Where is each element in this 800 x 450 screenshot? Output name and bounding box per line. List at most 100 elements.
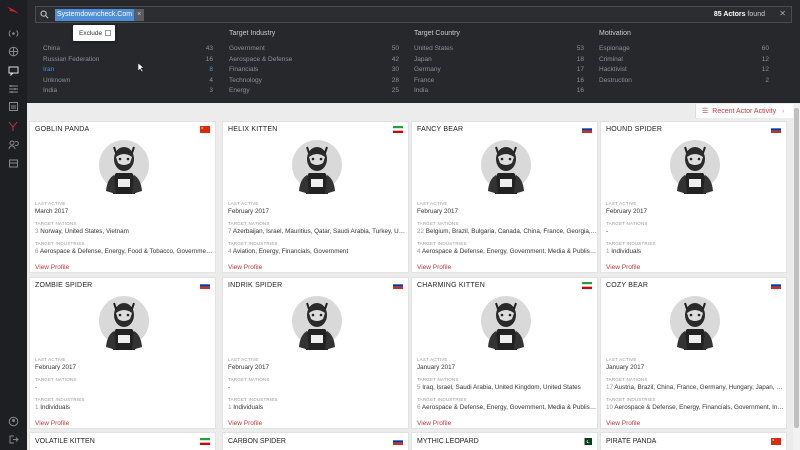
actor-card[interactable]: CHARMING KITTEN LAST ACTIVE January 2017 TA… bbox=[411, 277, 598, 429]
recent-actor-activity-button[interactable]: ☰ Recent Actor Activity › bbox=[695, 104, 793, 118]
crowdstrike-logo-icon[interactable] bbox=[6, 119, 21, 134]
target-nations-value: - bbox=[228, 384, 231, 391]
actor-card[interactable]: ZOMBIE SPIDER LAST ACTIVE February 2017 TAR… bbox=[29, 277, 216, 429]
actor-card[interactable]: PIRATE PANDA bbox=[600, 432, 787, 450]
filter-option[interactable]: Technology 28 bbox=[229, 76, 399, 87]
actor-portrait-image bbox=[98, 295, 150, 355]
filter-option-count: 60 bbox=[761, 45, 769, 52]
target-industries-value: 4 Aviation, Energy, Financials, Governme… bbox=[228, 248, 349, 255]
actor-card[interactable]: MYTHIC LEOPARD bbox=[411, 432, 598, 450]
last-active-value: February 2017 bbox=[228, 364, 269, 371]
chip-remove-icon[interactable]: × bbox=[134, 9, 145, 21]
view-profile-link[interactable]: View Profile bbox=[417, 420, 451, 427]
filter-column-target-industry: Target Industry Government 50 Aerospace & … bbox=[229, 30, 399, 97]
filter-option[interactable]: Aerospace & Defense 42 bbox=[229, 55, 399, 66]
actor-name[interactable]: VOLATILE KITTEN bbox=[35, 438, 95, 445]
actor-name[interactable]: INDRIK SPIDER bbox=[228, 282, 282, 289]
filter-option[interactable]: Espionage 60 bbox=[599, 44, 769, 55]
filter-option-count: 16 bbox=[576, 87, 584, 94]
filter-option[interactable]: Russian Federation 16 bbox=[43, 55, 213, 66]
actor-card[interactable]: INDRIK SPIDER LAST ACTIVE February 2017 TAR… bbox=[222, 277, 409, 429]
filter-option-count: 17 bbox=[576, 66, 584, 73]
globe-icon[interactable] bbox=[6, 44, 21, 59]
actor-name[interactable]: FANCY BEAR bbox=[417, 126, 463, 133]
actor-portrait-image bbox=[669, 139, 721, 199]
actor-name[interactable]: HOUND SPIDER bbox=[606, 126, 662, 133]
filter-option[interactable]: Criminal 12 bbox=[599, 55, 769, 66]
report-icon[interactable] bbox=[6, 99, 21, 114]
country-flag-icon bbox=[393, 438, 403, 445]
actor-card[interactable]: HELIX KITTEN LAST ACTIVE February 2017 TARG… bbox=[222, 121, 409, 273]
filter-option[interactable]: Financials 30 bbox=[229, 65, 399, 76]
scrollbar[interactable] bbox=[793, 104, 800, 450]
target-nations-value: 22 Belgium, Brazil, Bulgaria, Canada, Ch… bbox=[417, 228, 597, 235]
scrollbar-thumb[interactable] bbox=[794, 108, 799, 428]
target-nations-value: 5 Iraq, Israel, Saudi Arabia, United Kin… bbox=[417, 384, 581, 391]
search-input[interactable]: Systemdowncheck.Com × 85 Actors found ✕ bbox=[35, 6, 792, 23]
filter-option[interactable]: India 3 bbox=[43, 86, 213, 97]
filter-option-label: India bbox=[414, 87, 429, 94]
broadcast-icon[interactable] bbox=[6, 26, 21, 41]
actor-name[interactable]: CHARMING KITTEN bbox=[417, 282, 485, 289]
view-profile-link[interactable]: View Profile bbox=[35, 420, 69, 427]
filter-option-label: Japan bbox=[414, 55, 432, 63]
filter-option[interactable]: Government 50 bbox=[229, 44, 399, 55]
filter-option-label: Criminal bbox=[599, 55, 623, 63]
actor-card[interactable]: HOUND SPIDER LAST ACTIVE February 2017 TARG… bbox=[600, 121, 787, 273]
view-profile-link[interactable]: View Profile bbox=[417, 264, 451, 271]
filter-option[interactable]: Iran 8 bbox=[43, 65, 213, 76]
filter-option-label: China bbox=[43, 45, 60, 52]
layers-icon[interactable] bbox=[6, 156, 21, 171]
view-profile-link[interactable]: View Profile bbox=[35, 264, 69, 271]
filter-option[interactable]: India 16 bbox=[414, 86, 584, 97]
view-profile-link[interactable]: View Profile bbox=[606, 264, 640, 271]
clear-search-icon[interactable]: ✕ bbox=[779, 9, 786, 18]
actor-meta: LAST ACTIVE March 2017 TARGET NATIONS 3 Nor… bbox=[35, 201, 215, 257]
filter-option[interactable]: Germany 17 bbox=[414, 65, 584, 76]
chat-icon[interactable] bbox=[6, 63, 21, 78]
actor-card[interactable]: VOLATILE KITTEN bbox=[29, 432, 216, 450]
filter-option[interactable]: Japan 18 bbox=[414, 55, 584, 66]
view-profile-link[interactable]: View Profile bbox=[228, 264, 262, 271]
actor-card[interactable]: CARBON SPIDER bbox=[222, 432, 409, 450]
filter-option-count: 18 bbox=[576, 55, 584, 63]
actor-card[interactable]: FANCY BEAR LAST ACTIVE February 2017 TARGET… bbox=[411, 121, 598, 273]
filter-option[interactable]: France 16 bbox=[414, 76, 584, 87]
filter-option-count: 3 bbox=[209, 87, 213, 94]
sliders-icon[interactable] bbox=[6, 81, 21, 96]
search-chip[interactable]: Systemdowncheck.Com × bbox=[55, 9, 145, 21]
crowdstrike-logo[interactable] bbox=[6, 5, 21, 17]
filter-option-label: India bbox=[43, 87, 58, 94]
filter-rows: China 43 Russian Federation 16 Iran 8 Unknown 4… bbox=[43, 44, 213, 97]
filter-option[interactable]: United States 53 bbox=[414, 44, 584, 55]
actor-card[interactable]: COZY BEAR LAST ACTIVE January 2017 TARGET N… bbox=[600, 277, 787, 429]
actor-name[interactable]: HELIX KITTEN bbox=[228, 126, 277, 133]
filter-header bbox=[43, 30, 213, 39]
filter-option[interactable]: Hacktivist 12 bbox=[599, 65, 769, 76]
logout-icon[interactable] bbox=[6, 432, 21, 447]
filter-option-count: 30 bbox=[391, 66, 399, 73]
filter-column-target-nation: China 43 Russian Federation 16 Iran 8 Unknown 4… bbox=[43, 30, 213, 97]
actor-portrait-image bbox=[480, 139, 532, 199]
actor-name[interactable]: ZOMBIE SPIDER bbox=[35, 282, 92, 289]
actor-portrait-image bbox=[98, 139, 150, 199]
actor-name[interactable]: COZY BEAR bbox=[606, 282, 648, 289]
view-profile-link[interactable]: View Profile bbox=[606, 420, 640, 427]
filter-option[interactable]: Unknown 4 bbox=[43, 76, 213, 87]
actor-card[interactable]: GOBLIN PANDA LAST ACTIVE March 2017 TARGET … bbox=[29, 121, 216, 273]
view-profile-link[interactable]: View Profile bbox=[228, 420, 262, 427]
actor-name[interactable]: MYTHIC LEOPARD bbox=[417, 438, 479, 445]
last-active-value: January 2017 bbox=[417, 364, 456, 371]
target-nations-value: 3 Norway, United States, Vietnam bbox=[35, 228, 129, 235]
users-icon[interactable] bbox=[6, 137, 21, 152]
actor-name[interactable]: CARBON SPIDER bbox=[228, 438, 286, 445]
user-icon[interactable] bbox=[6, 414, 21, 429]
country-flag-icon bbox=[771, 126, 781, 133]
filter-header: Target Country bbox=[414, 30, 460, 37]
actor-name[interactable]: GOBLIN PANDA bbox=[35, 126, 89, 133]
filter-option-count: 16 bbox=[205, 55, 213, 63]
actor-name[interactable]: PIRATE PANDA bbox=[606, 438, 656, 445]
filter-option[interactable]: Destruction 2 bbox=[599, 76, 769, 87]
filter-option[interactable]: Energy 25 bbox=[229, 86, 399, 97]
filter-option[interactable]: China 43 bbox=[43, 44, 213, 55]
